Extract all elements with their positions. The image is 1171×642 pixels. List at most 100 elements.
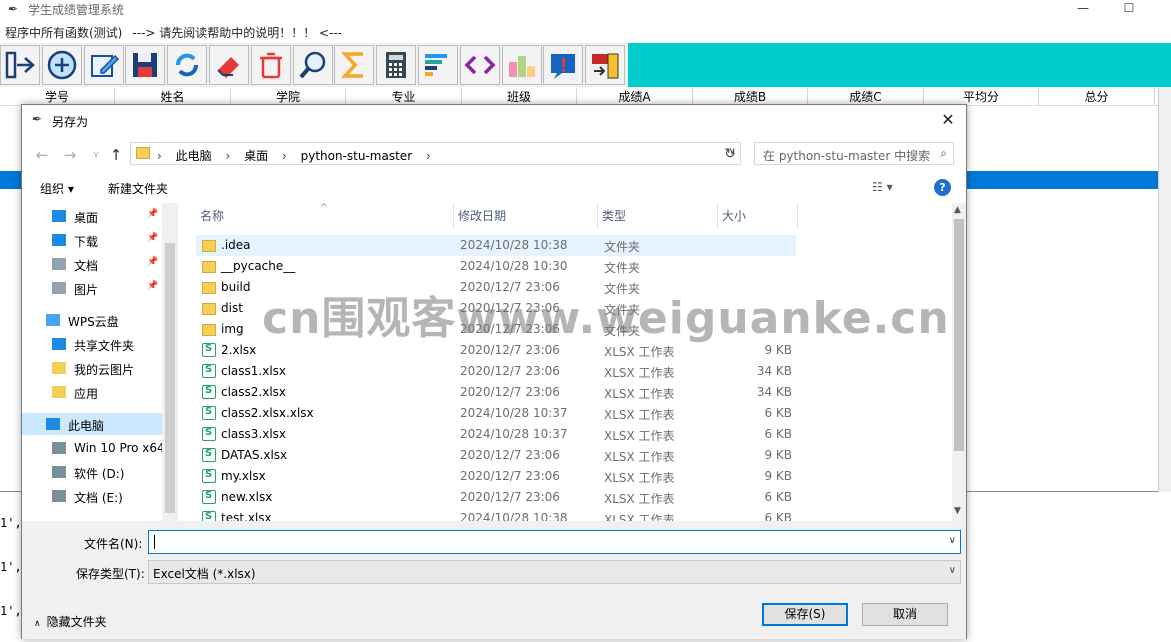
forward-arrow-icon[interactable]: → <box>60 145 80 165</box>
main-scrollbar[interactable] <box>1158 88 1171 492</box>
maximize-button[interactable]: ☐ <box>1114 0 1144 18</box>
calculator-button[interactable] <box>376 45 417 85</box>
new-folder-button[interactable]: 新建文件夹 <box>108 180 168 197</box>
column-header-date[interactable]: 修改日期 <box>454 203 598 229</box>
file-row[interactable]: test.xlsx 2024/10/28 10:38 XLSX 工作表 6 KB <box>196 508 796 521</box>
excel-file-icon <box>202 511 216 521</box>
menu-functions[interactable]: 程序中所有函数(测试) <box>5 26 122 40</box>
filetype-select[interactable]: Excel文档 (*.xlsx) ∨ <box>148 560 961 584</box>
file-row[interactable]: img 2020/12/7 23:06 文件夹 <box>196 319 796 340</box>
column-header-size[interactable]: 大小 <box>718 203 798 229</box>
excel-file-icon <box>202 448 216 462</box>
file-row[interactable]: dist 2020/12/7 23:06 文件夹 <box>196 298 796 319</box>
file-row[interactable]: class1.xlsx 2020/12/7 23:06 XLSX 工作表 34 KB <box>196 361 796 382</box>
file-row[interactable]: build 2020/12/7 23:06 文件夹 <box>196 277 796 298</box>
file-size: 34 KB <box>756 385 792 399</box>
file-size: 6 KB <box>764 511 792 521</box>
file-date: 2020/12/7 23:06 <box>460 322 560 336</box>
rank-button[interactable] <box>501 45 542 85</box>
nav-item[interactable]: 我的云图片 <box>22 357 162 379</box>
file-row[interactable]: class2.xlsx.xlsx 2024/10/28 10:37 XLSX 工作表… <box>196 403 796 424</box>
file-type: 文件夹 <box>604 324 641 338</box>
refresh-icon[interactable]: ↻ <box>719 143 741 165</box>
save-options-panel: 文件名(N): ∨ 保存类型(T): Excel文档 (*.xlsx) ∨ ∧ 隐… <box>22 521 966 639</box>
app-menu: 程序中所有函数(测试) ---> 请先阅读帮助中的说明！！！ <--- <box>5 24 342 41</box>
nav-item[interactable]: 下载 📌 <box>22 229 162 251</box>
sort-button[interactable] <box>418 45 458 85</box>
search-input[interactable]: 在 python-stu-master 中搜索 ⌕ <box>754 142 954 165</box>
nav-item[interactable]: 此电脑 <box>22 413 162 435</box>
save-as-dialog: ✒ 另存为 ✕ ← → ∨ ↑ › 此电脑 › 桌面 › python-stu-… <box>21 104 967 639</box>
minimize-button[interactable]: — <box>1068 0 1098 18</box>
search-button[interactable] <box>292 45 333 85</box>
file-date: 2020/12/7 23:06 <box>460 385 560 399</box>
nav-item-label: Win 10 Pro x64 <box>74 441 165 455</box>
chevron-down-icon: ∨ <box>948 565 956 576</box>
save-button[interactable]: 保存(S) <box>762 603 848 626</box>
hide-folders-toggle[interactable]: ∧ 隐藏文件夹 <box>34 613 107 630</box>
breadcrumb-this-pc[interactable]: 此电脑 <box>176 149 212 163</box>
breadcrumb-separator: › <box>225 149 231 163</box>
file-row[interactable]: class2.xlsx 2020/12/7 23:06 XLSX 工作表 34 KB <box>196 382 796 403</box>
help-icon[interactable]: ? <box>934 179 951 196</box>
delete-button[interactable] <box>250 45 291 85</box>
refresh-button[interactable] <box>167 45 208 85</box>
code-icon <box>464 55 496 75</box>
excel-file-icon <box>202 364 216 378</box>
file-date: 2020/12/7 23:06 <box>460 280 560 294</box>
chevron-down-icon[interactable]: ∨ <box>949 535 956 546</box>
up-arrow-icon[interactable]: ↑ <box>106 145 126 165</box>
nav-item-label: 此电脑 <box>68 419 105 433</box>
file-scrollbar[interactable]: ▲ ▼ <box>952 203 966 521</box>
sum-button[interactable] <box>334 45 375 85</box>
file-row[interactable]: .idea 2024/10/28 10:38 文件夹 <box>196 235 796 256</box>
file-row[interactable]: my.xlsx 2020/12/7 23:06 XLSX 工作表 9 KB <box>196 466 796 487</box>
breadcrumb-desktop[interactable]: 桌面 <box>244 149 268 163</box>
address-bar[interactable]: › 此电脑 › 桌面 › python-stu-master › ∨ <box>130 142 741 165</box>
nav-item[interactable]: 文档 📌 <box>22 253 162 275</box>
nav-scrollbar[interactable] <box>162 203 178 521</box>
code-button[interactable] <box>459 45 500 85</box>
help-button[interactable] <box>543 45 584 85</box>
breadcrumb-folder[interactable]: python-stu-master <box>301 149 413 163</box>
file-size: 9 KB <box>764 469 792 483</box>
import-button[interactable] <box>0 45 40 85</box>
view-options-button[interactable]: ☷ ▾ <box>872 180 893 194</box>
edit-icon <box>90 54 119 77</box>
breadcrumb-separator: › <box>157 149 162 163</box>
nav-item[interactable]: 应用 <box>22 381 162 403</box>
nav-item[interactable]: WPS云盘 <box>22 309 162 331</box>
excel-file-icon <box>202 427 216 441</box>
nav-item[interactable]: 共享文件夹 <box>22 333 162 355</box>
edit-button[interactable] <box>83 45 124 85</box>
exit-button[interactable] <box>585 45 626 85</box>
column-header-name[interactable]: 名称 ^ <box>196 203 454 229</box>
nav-item[interactable]: 图片 📌 <box>22 277 162 299</box>
drive-icon <box>52 490 66 502</box>
file-name: .idea <box>221 238 251 252</box>
pin-icon: 📌 <box>147 209 159 219</box>
file-row[interactable]: 2.xlsx 2020/12/7 23:06 XLSX 工作表 9 KB <box>196 340 796 361</box>
filename-input[interactable]: ∨ <box>148 530 961 554</box>
cancel-button[interactable]: 取消 <box>862 603 948 626</box>
nav-item[interactable]: 桌面 📌 <box>22 205 162 227</box>
close-button[interactable]: ✕ <box>936 109 960 131</box>
column-header-type[interactable]: 类型 <box>598 203 718 229</box>
grid-column-header[interactable]: 总分 <box>1040 88 1155 106</box>
back-arrow-icon[interactable]: ← <box>32 145 52 165</box>
file-row[interactable]: new.xlsx 2020/12/7 23:06 XLSX 工作表 6 KB <box>196 487 796 508</box>
file-row[interactable]: DATAS.xlsx 2020/12/7 23:06 XLSX 工作表 9 KB <box>196 445 796 466</box>
file-size: 9 KB <box>764 343 792 357</box>
nav-item[interactable]: Win 10 Pro x64 <box>22 437 165 459</box>
add-button[interactable] <box>41 45 82 85</box>
recent-dropdown-icon[interactable]: ∨ <box>86 145 106 165</box>
file-row[interactable]: class3.xlsx 2024/10/28 10:37 XLSX 工作表 6 KB <box>196 424 796 445</box>
nav-item[interactable]: 软件 (D:) <box>22 461 162 483</box>
file-name: build <box>221 280 251 294</box>
nav-item-label: WPS云盘 <box>68 315 119 329</box>
organize-button[interactable]: 组织 ▾ <box>40 180 74 197</box>
save-button[interactable] <box>125 45 166 85</box>
nav-item[interactable]: 文档 (E:) <box>22 485 162 507</box>
file-row[interactable]: __pycache__ 2024/10/28 10:30 文件夹 <box>196 256 796 277</box>
eraser-button[interactable] <box>209 45 249 85</box>
